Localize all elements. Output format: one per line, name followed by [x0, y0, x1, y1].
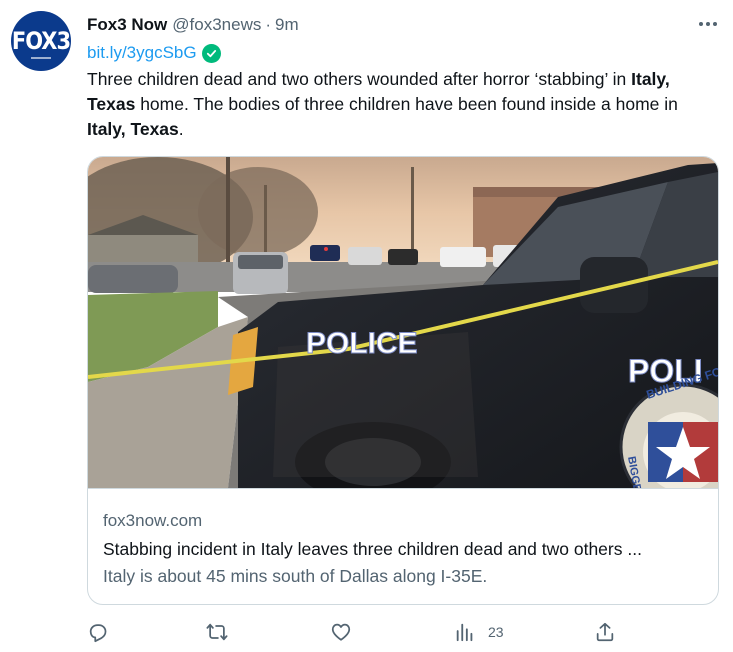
tweet-text: Three children dead and two others wound…: [87, 67, 719, 142]
share-icon: [596, 622, 614, 642]
avatar[interactable]: FOX3: [11, 11, 71, 71]
display-name[interactable]: Fox3 Now: [87, 15, 167, 35]
tweet-text-part: .: [178, 119, 184, 139]
link-card[interactable]: POLICE POLI BUILDING FOR T BIGGES fox3no…: [87, 156, 719, 605]
tweet-text-part: home. The bodies of three children have …: [135, 94, 678, 114]
tweet-text-part: Three children dead and two others wound…: [87, 69, 632, 89]
retweet-icon: [206, 623, 228, 641]
timestamp[interactable]: 9m: [275, 15, 299, 35]
views-chart-icon: [456, 623, 473, 642]
avatar-logo-underline: [31, 57, 51, 59]
verified-check-icon: [201, 43, 221, 63]
avatar-logo-text: FOX3: [11, 27, 71, 55]
card-image[interactable]: POLICE POLI BUILDING FOR T BIGGES: [88, 157, 718, 488]
card-title[interactable]: Stabbing incident in Italy leaves three …: [103, 539, 708, 560]
link-line: bit.ly/3ygcSbG: [87, 40, 719, 66]
views-button[interactable]: 23: [454, 618, 504, 646]
tweet-actions: 23: [87, 618, 719, 646]
reply-button[interactable]: [87, 618, 109, 646]
user-handle[interactable]: @fox3news: [172, 15, 261, 35]
shortened-link[interactable]: bit.ly/3ygcSbG: [87, 43, 197, 63]
share-button[interactable]: [594, 618, 616, 646]
separator-dot: ·: [265, 15, 272, 34]
card-divider: [88, 488, 718, 489]
like-button[interactable]: [330, 618, 352, 646]
card-domain: fox3now.com: [103, 511, 203, 530]
reply-icon: [89, 624, 107, 643]
tweet[interactable]: FOX3 Fox3 Now @fox3news · 9m bit.ly/3ygc…: [0, 0, 733, 652]
card-description: Italy is about 45 mins south of Dallas a…: [103, 566, 488, 586]
police-lettering: POLICE: [306, 327, 418, 360]
views-count: 23: [488, 624, 504, 640]
tweet-text-bold: Italy, Texas: [87, 119, 179, 139]
tweet-content: Fox3 Now @fox3news · 9m bit.ly/3ygcSbG T…: [87, 10, 719, 142]
retweet-button[interactable]: [205, 618, 229, 646]
heart-icon: [331, 623, 351, 641]
tweet-header: Fox3 Now @fox3news · 9m: [87, 10, 719, 40]
